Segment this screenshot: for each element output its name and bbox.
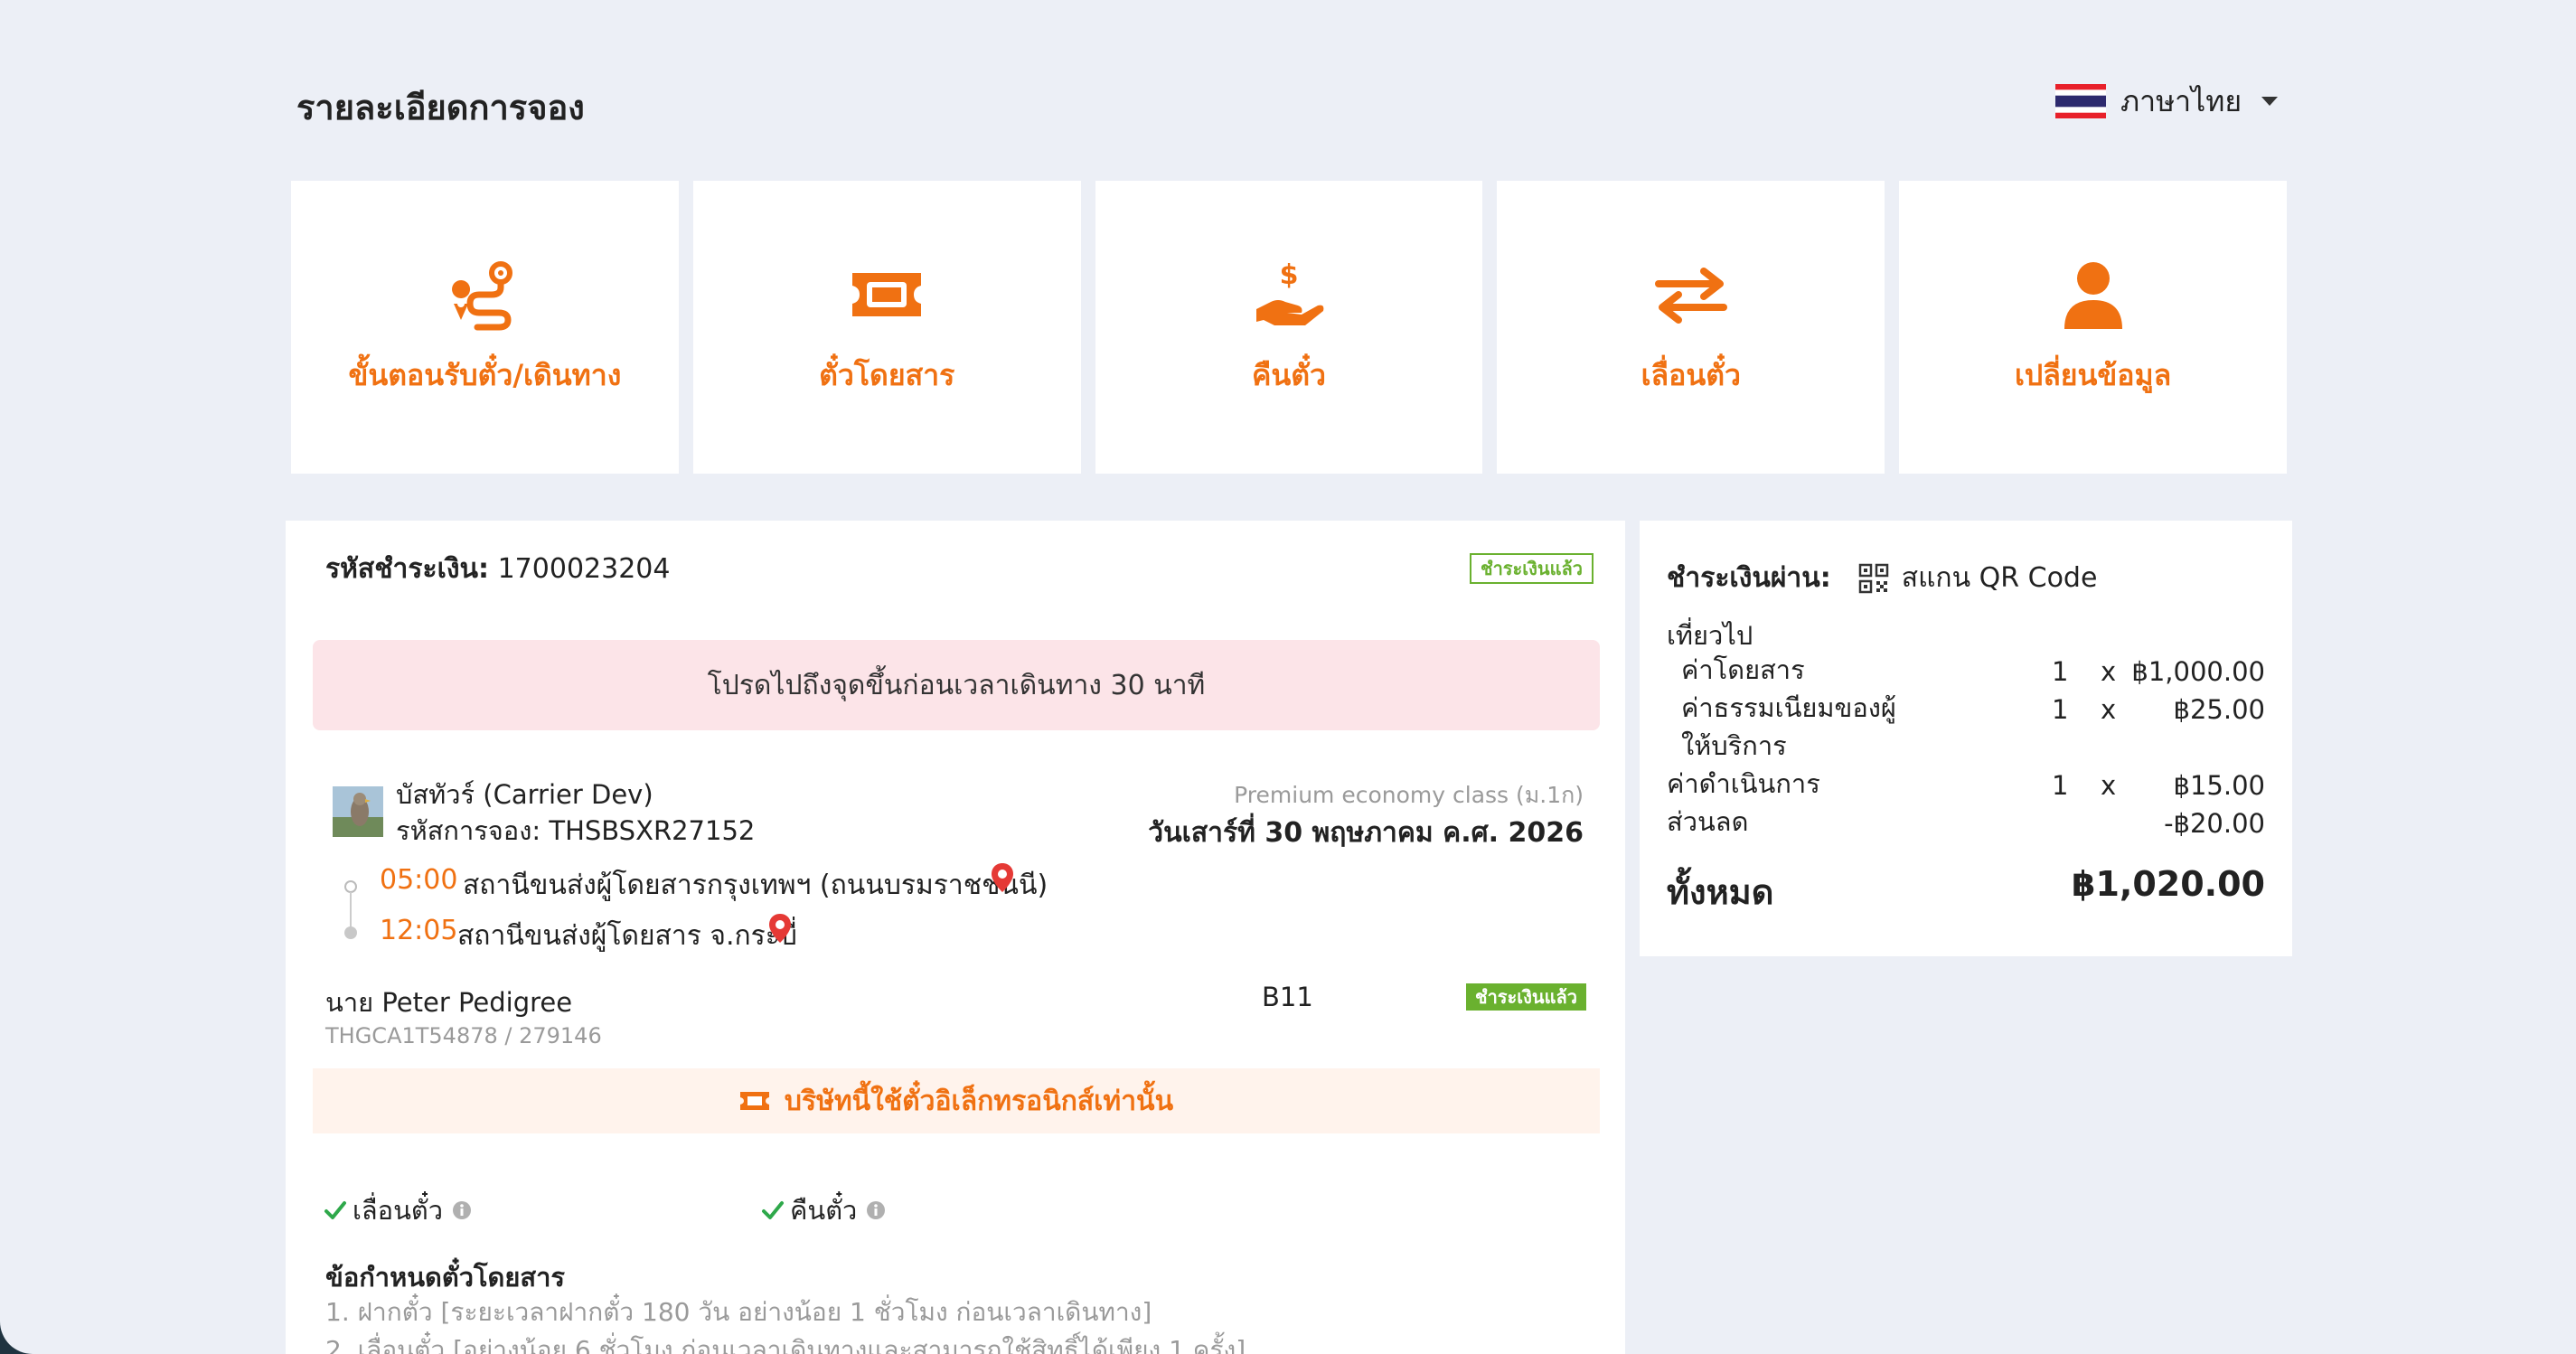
map-pin-icon[interactable] (991, 862, 1014, 893)
feature-label: คืนตั๋ว (790, 1195, 858, 1226)
fee-label-cont: ให้บริการ (1681, 730, 1787, 761)
tile-change-ticket[interactable]: เลื่อนตั๋ว (1497, 181, 1885, 474)
total-amount: ฿1,020.00 (2072, 864, 2265, 904)
tile-travel-steps[interactable]: ขั้นตอนรับตั๋ว/เดินทาง (291, 181, 679, 474)
swap-arrows-icon (1654, 267, 1727, 324)
payment-method-label: ชำระเงินผ่าน: (1667, 562, 1831, 594)
payment-method: ชำระเงินผ่าน: สแกน QR Code (1667, 557, 2097, 599)
booking-code: รหัสการจอง: THSBSXR27152 (396, 815, 756, 846)
svg-text:$: $ (1280, 259, 1299, 291)
fare-amount: ฿1,000.00 (2131, 656, 2265, 687)
discount-amount: -฿20.00 (2164, 808, 2265, 839)
qr-code-icon (1858, 563, 1889, 593)
tile-ticket[interactable]: ตั๋วโดยสาร (692, 181, 1081, 474)
check-icon (762, 1201, 784, 1219)
arrival-time: 12:05 (380, 915, 458, 946)
fee-label: ค่าธรรมเนียมของผู้ (1681, 692, 1896, 723)
thai-flag-icon (2055, 84, 2106, 118)
payment-code: รหัสชำระเงิน: 1700023204 (325, 548, 670, 590)
language-label: ภาษาไทย (2120, 83, 2242, 118)
arrival-station: สถานีขนส่งผู้โดยสาร จ.กระบี่ (457, 920, 797, 952)
booking-card: รหัสชำระเงิน: 1700023204 ชำระเงินแล้ว โป… (286, 521, 1625, 1354)
info-icon[interactable] (866, 1200, 886, 1220)
fare-qty: 1 (2052, 656, 2069, 687)
user-icon (2064, 261, 2122, 329)
ops-fee-label: ค่าดำเนินการ (1667, 768, 1820, 799)
action-tiles: ขั้นตอนรับตั๋ว/เดินทาง ตั๋วโดยสาร $ คืนต… (291, 181, 2287, 474)
map-pin-icon[interactable] (768, 913, 792, 944)
fare-label: ค่าโดยสาร (1681, 654, 1805, 685)
fee-amount: ฿25.00 (2173, 694, 2265, 725)
payment-code-value: 1700023204 (497, 553, 671, 585)
discount-label: ส่วนลด (1667, 806, 1749, 837)
total-label: ทั้งหมด (1667, 872, 1774, 912)
ops-fee-times: x (2101, 770, 2117, 801)
passenger-status-badge: ชำระเงินแล้ว (1466, 983, 1586, 1011)
eticket-notice: บริษัทนี้ใช้ตั๋วอิเล็กทรอนิกส์เท่านั้น (313, 1068, 1600, 1133)
seat-class: Premium economy class (ม.1ก) (1234, 782, 1584, 808)
tile-label: คืนตั๋ว (1251, 357, 1326, 392)
booking-page: รายละเอียดการจอง ภาษาไทย ขั้นตอนรับตั๋ว/… (0, 0, 2576, 1354)
fee-qty: 1 (2052, 694, 2069, 725)
fare-times: x (2101, 656, 2117, 687)
route-icon (452, 260, 513, 330)
carrier-logo (333, 786, 383, 837)
ops-fee-amount: ฿15.00 (2173, 770, 2265, 801)
page-title: รายละเอียดการจอง (296, 88, 585, 127)
payment-summary-card: ชำระเงินผ่าน: สแกน QR Code เที่ยวไป ค่าโ… (1640, 521, 2292, 956)
check-icon (324, 1201, 346, 1219)
tile-label: เลื่อนตั๋ว (1641, 357, 1741, 392)
tile-change-info[interactable]: เปลี่ยนข้อมูล (1899, 181, 2287, 474)
eticket-notice-text: บริษัทนี้ใช้ตั๋วอิเล็กทรอนิกส์เท่านั้น (784, 1085, 1174, 1117)
departure-time: 05:00 (380, 864, 458, 896)
refund-hand-icon: $ (1255, 259, 1324, 325)
tile-label: ขั้นตอนรับตั๋ว/เดินทาง (348, 357, 622, 392)
travel-date: วันเสาร์ที่ 30 พฤษภาคม ค.ศ. 2026 (1148, 817, 1584, 849)
ticket-rule: 1. ฝากตั๋ว [ระยะเวลาฝากตั๋ว 180 วัน อย่า… (325, 1297, 1152, 1327)
passenger-name: นาย Peter Pedigree (325, 987, 573, 1018)
payment-status-badge: ชำระเงินแล้ว (1470, 553, 1594, 584)
ticket-icon (852, 272, 922, 316)
tile-label: ตั๋วโดยสาร (819, 357, 955, 392)
ticket-number: THGCA1T54878 / 279146 (325, 1023, 602, 1048)
fee-times: x (2101, 694, 2117, 725)
tile-refund[interactable]: $ คืนตั๋ว (1095, 181, 1483, 474)
feature-label: เลื่อนตั๋ว (353, 1195, 444, 1226)
seat-number: B11 (1262, 982, 1313, 1012)
arrival-notice: โปรดไปถึงจุดขึ้นก่อนเวลาเดินทาง 30 นาที (313, 640, 1600, 730)
feature-change-ticket: เลื่อนตั๋ว (324, 1189, 472, 1231)
feature-refund-ticket: คืนตั๋ว (761, 1189, 886, 1231)
payment-method-value: สแกน QR Code (1901, 562, 2098, 594)
departure-station: สถานีขนส่งผู้โดยสารกรุงเทพฯ (ถนนบรมราชชน… (463, 870, 1048, 901)
tile-label: เปลี่ยนข้อมูล (2014, 357, 2172, 392)
ops-fee-qty: 1 (2052, 770, 2069, 801)
chevron-down-icon (2261, 97, 2279, 106)
language-selector[interactable]: ภาษาไทย (2055, 80, 2279, 123)
ticket-icon (739, 1092, 769, 1110)
payment-code-label: รหัสชำระเงิน: (325, 553, 490, 585)
route-timeline (344, 880, 357, 939)
info-icon[interactable] (452, 1200, 472, 1220)
ticket-rule: 2. เลื่อนตั๋ว [อย่างน้อย 6 ชั่วโมง ก่อนเ… (325, 1335, 1246, 1354)
